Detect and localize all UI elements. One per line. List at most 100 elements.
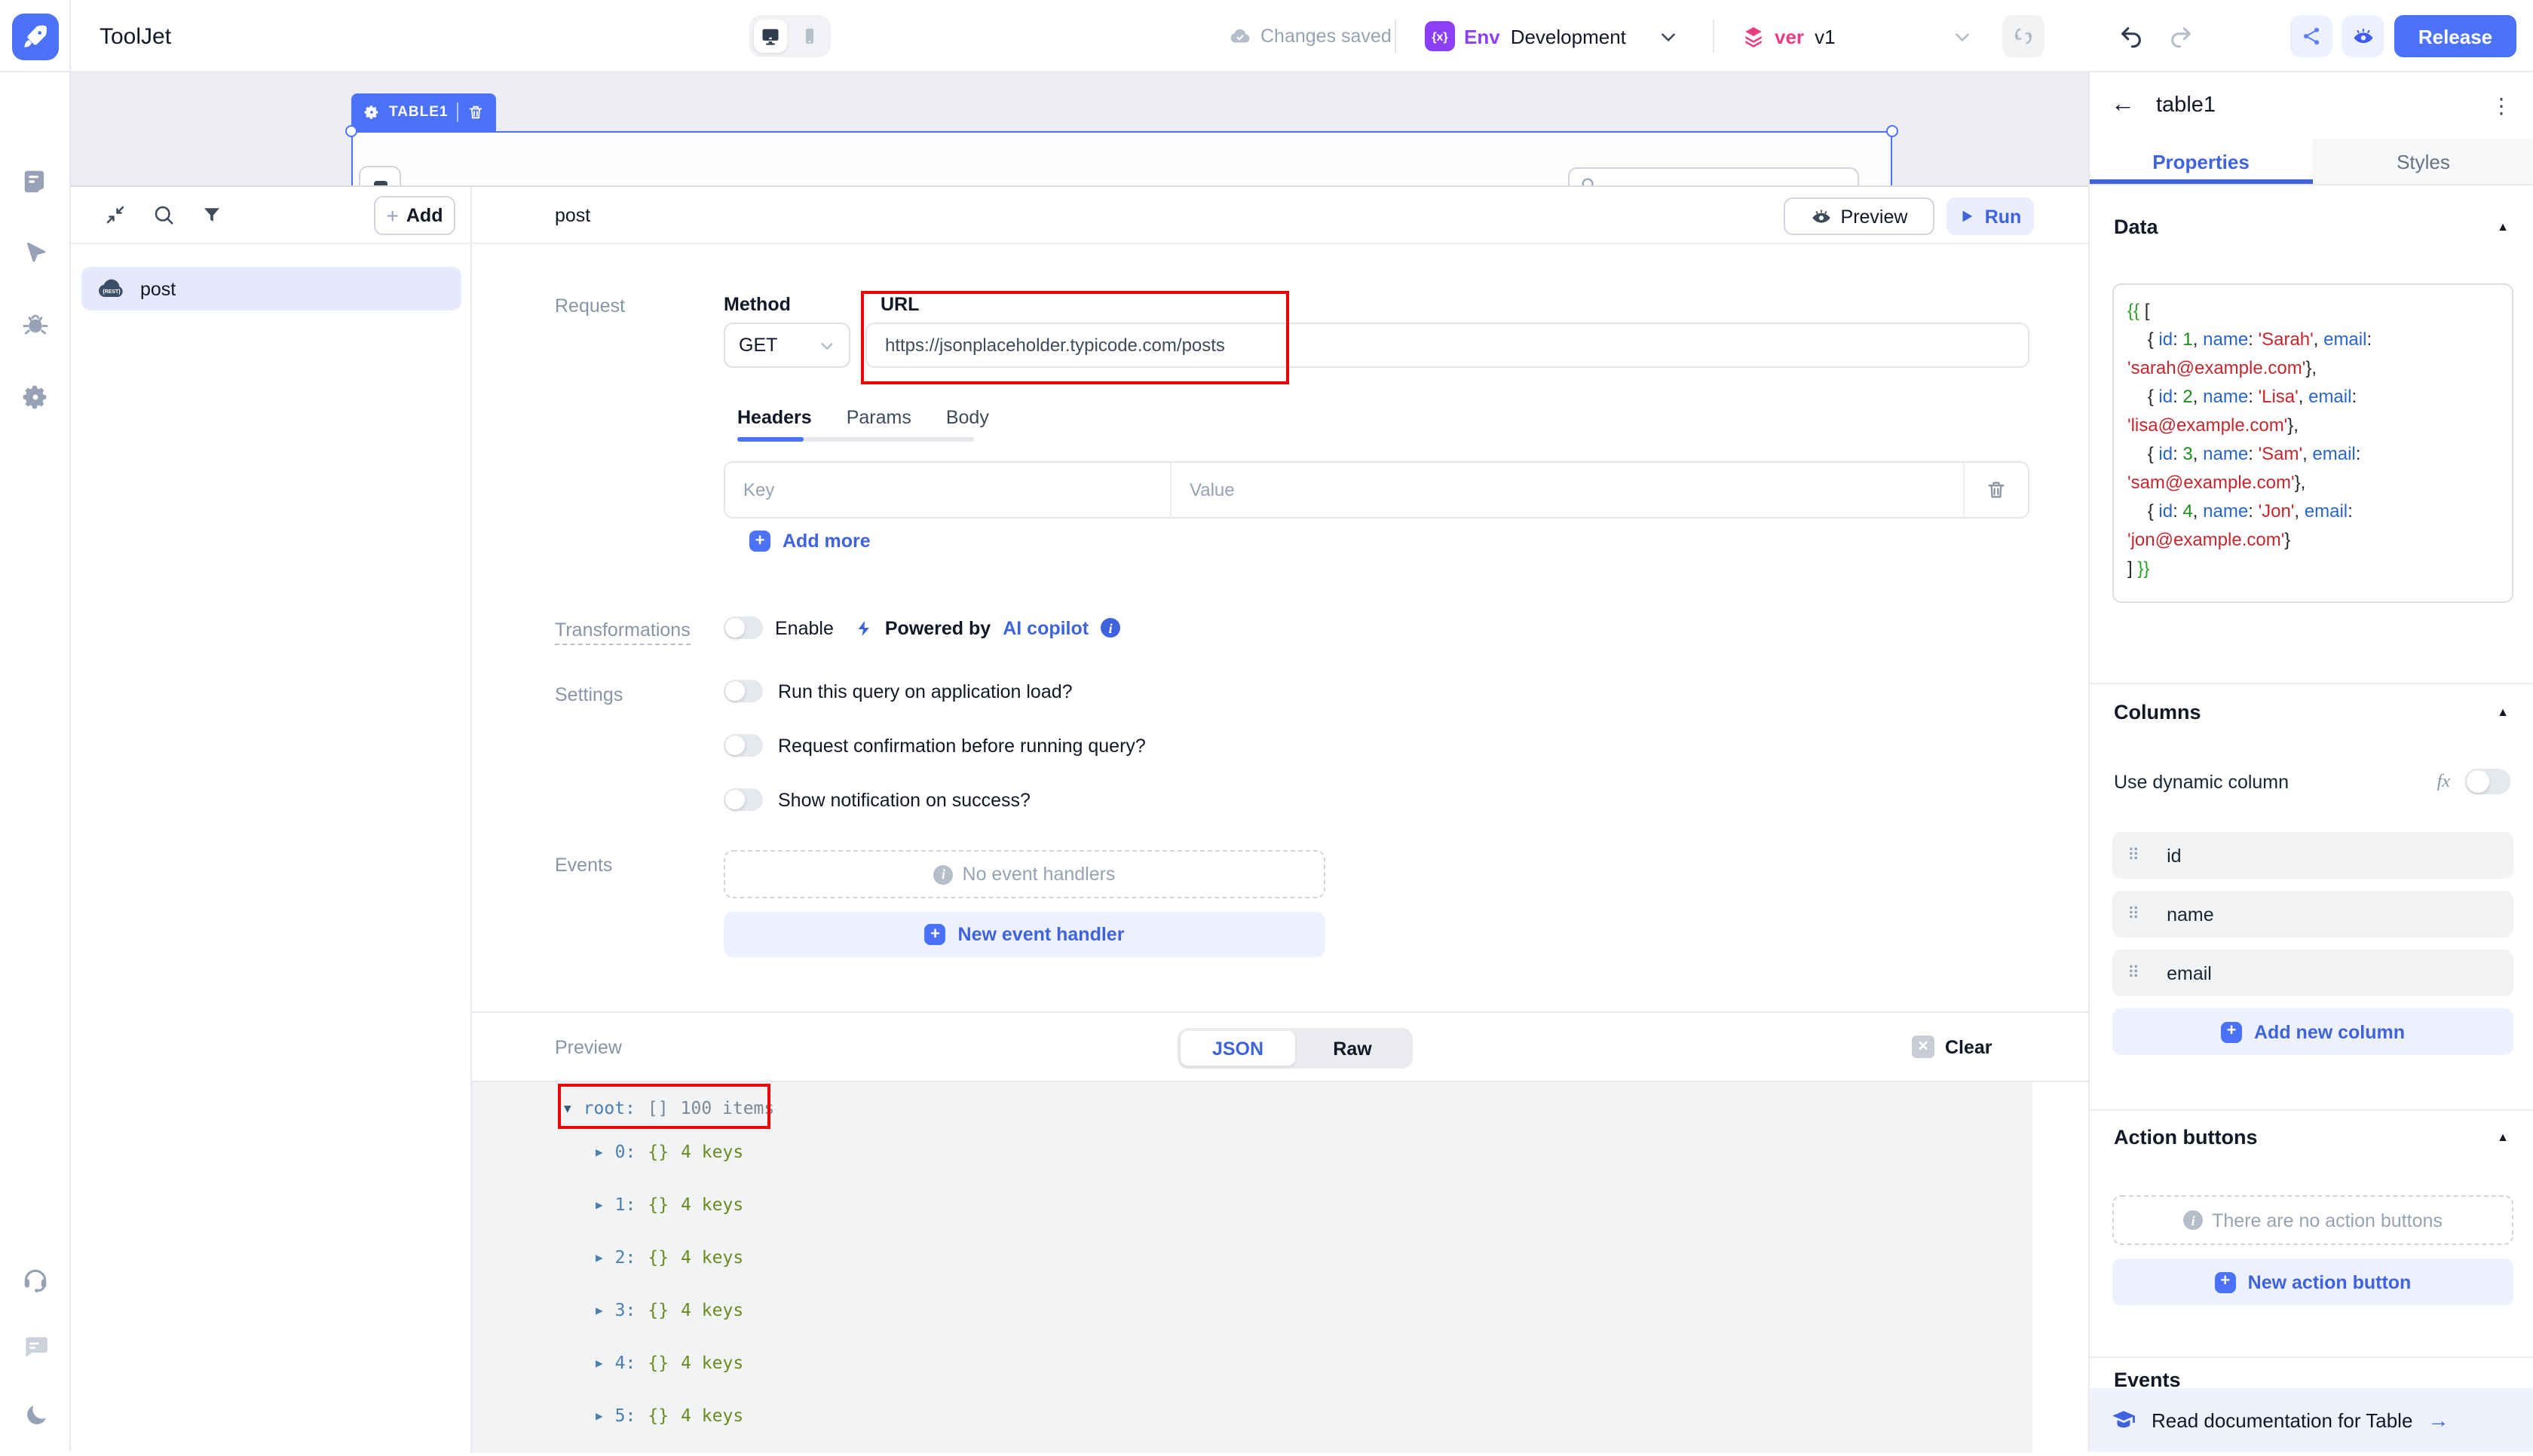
query-run-button[interactable]: Run bbox=[1946, 197, 2034, 235]
json-tree-item[interactable]: ▶ 3:{} 4 keys bbox=[596, 1298, 743, 1322]
new-event-handler-button[interactable]: + New event handler bbox=[724, 912, 1325, 957]
json-tree-item[interactable]: ▶ 5:{} 4 keys bbox=[596, 1403, 743, 1427]
comments-chat-icon[interactable] bbox=[0, 1323, 71, 1369]
json-tree-item[interactable]: ▶ 1:{} 4 keys bbox=[596, 1192, 743, 1216]
desktop-mode-button[interactable] bbox=[754, 20, 787, 53]
preview-header: Preview JSON Raw ✕ Clear bbox=[472, 1011, 2088, 1082]
version-chevron-down-icon[interactable] bbox=[1953, 0, 1972, 72]
expand-triangle-icon[interactable]: ▶ bbox=[596, 1303, 603, 1317]
documentation-footer[interactable]: Read documentation for Table → bbox=[2090, 1388, 2533, 1451]
no-action-buttons-box: i There are no action buttons bbox=[2112, 1195, 2513, 1245]
collapse-panel-icon[interactable] bbox=[104, 203, 127, 226]
dark-mode-moon-icon[interactable] bbox=[0, 1393, 71, 1438]
expand-triangle-icon[interactable]: ▶ bbox=[596, 1198, 603, 1211]
widget-delete-trash-icon[interactable] bbox=[468, 104, 485, 121]
notification-toggle[interactable] bbox=[724, 788, 763, 811]
expand-triangle-icon[interactable]: ▶ bbox=[596, 1250, 603, 1264]
widget-config-gear-icon[interactable] bbox=[363, 104, 380, 121]
drag-handle-icon[interactable]: ⠿ bbox=[2127, 963, 2139, 983]
column-row-id[interactable]: ⠿ id bbox=[2112, 832, 2513, 879]
environment-selector[interactable]: {x} Env Development bbox=[1425, 0, 1626, 72]
plus-icon: + bbox=[749, 531, 770, 552]
preview-tab-json[interactable]: JSON bbox=[1181, 1031, 1295, 1066]
filter-icon[interactable] bbox=[201, 203, 223, 226]
json-tree-item[interactable]: ▶ 4:{} 4 keys bbox=[596, 1350, 743, 1375]
clear-preview-button[interactable]: ✕ Clear bbox=[1912, 1035, 1992, 1058]
redo-button[interactable] bbox=[2168, 0, 2194, 72]
header-value-input[interactable]: Value bbox=[1172, 463, 1965, 517]
expand-triangle-icon[interactable]: ▶ bbox=[596, 1356, 603, 1369]
back-arrow-icon[interactable]: ← bbox=[2111, 92, 2156, 119]
header-key-input[interactable]: Key bbox=[725, 463, 1172, 517]
tab-properties[interactable]: Properties bbox=[2090, 139, 2312, 184]
column-row-email[interactable]: ⠿ email bbox=[2112, 950, 2513, 996]
divider bbox=[1713, 20, 1714, 53]
json-root-row[interactable]: ▼ root: [] 100 items bbox=[564, 1094, 774, 1121]
mobile-mode-button[interactable] bbox=[793, 20, 826, 53]
release-button[interactable]: Release bbox=[2394, 15, 2516, 57]
query-list-panel: + Add {REST} post bbox=[71, 187, 472, 1453]
add-query-button[interactable]: + Add bbox=[374, 196, 455, 235]
expand-triangle-icon[interactable]: ▶ bbox=[596, 1145, 603, 1158]
arrow-right-icon: → bbox=[2427, 1408, 2449, 1432]
ai-copilot-link[interactable]: AI copilot bbox=[1003, 617, 1089, 638]
url-label: URL bbox=[881, 294, 920, 315]
tab-styles[interactable]: Styles bbox=[2312, 139, 2533, 184]
undo-button[interactable] bbox=[2118, 0, 2144, 72]
pages-icon[interactable] bbox=[0, 158, 71, 203]
new-action-button[interactable]: + New action button bbox=[2112, 1259, 2513, 1305]
expand-triangle-icon[interactable]: ▶ bbox=[596, 1409, 603, 1422]
compare-versions-button[interactable] bbox=[2002, 15, 2044, 57]
delete-header-trash-icon[interactable] bbox=[1965, 463, 2028, 517]
enable-transformations-toggle[interactable] bbox=[724, 616, 763, 639]
table-search-input[interactable] bbox=[1568, 167, 1859, 185]
search-icon[interactable] bbox=[152, 203, 175, 226]
confirmation-toggle[interactable] bbox=[724, 734, 763, 757]
svg-text:{REST}: {REST} bbox=[103, 289, 121, 294]
logo-cell[interactable] bbox=[0, 0, 71, 72]
share-button[interactable] bbox=[2290, 15, 2332, 57]
settings-section-label: Settings bbox=[555, 684, 623, 705]
selected-widget-tag[interactable]: TABLE1 bbox=[351, 93, 497, 131]
tab-params[interactable]: Params bbox=[847, 407, 911, 428]
preview-tab-raw[interactable]: Raw bbox=[1295, 1031, 1410, 1066]
fx-icon[interactable]: fx bbox=[2437, 770, 2450, 793]
inspector-pointer-icon[interactable] bbox=[0, 229, 71, 274]
table-data-code-editor[interactable]: {{ [ { id: 1, name: 'Sarah', email:'sara… bbox=[2112, 283, 2513, 603]
preview-app-button[interactable] bbox=[2342, 15, 2384, 57]
debugger-bug-icon[interactable] bbox=[0, 301, 71, 347]
chevron-down-icon bbox=[819, 337, 835, 353]
column-row-name[interactable]: ⠿ name bbox=[2112, 891, 2513, 938]
table-toolbar-button[interactable] bbox=[359, 166, 401, 185]
drag-handle-icon[interactable]: ⠿ bbox=[2127, 904, 2139, 924]
tab-body[interactable]: Body bbox=[946, 407, 989, 428]
method-select[interactable]: GET bbox=[724, 323, 850, 368]
top-bar: ToolJet Changes saved {x} Env Developmen… bbox=[0, 0, 2533, 72]
app-canvas[interactable]: TABLE1 bbox=[71, 72, 2088, 185]
query-list-item-post[interactable]: {REST} post bbox=[81, 267, 461, 310]
collapse-caret-icon[interactable]: ▲ bbox=[2497, 220, 2509, 234]
kebab-menu-icon[interactable]: ⋮ bbox=[2491, 93, 2513, 118]
rest-api-icon: {REST} bbox=[96, 278, 127, 299]
drag-handle-icon[interactable]: ⠿ bbox=[2127, 846, 2139, 865]
collapse-caret-icon[interactable]: ▲ bbox=[2497, 1130, 2509, 1144]
collapse-triangle-icon[interactable]: ▼ bbox=[564, 1101, 571, 1115]
info-icon[interactable]: i bbox=[1101, 618, 1121, 638]
add-more-button[interactable]: + Add more bbox=[749, 531, 871, 552]
resize-handle[interactable] bbox=[345, 125, 357, 137]
query-preview-button[interactable]: Preview bbox=[1784, 197, 1934, 235]
settings-gear-icon[interactable] bbox=[0, 374, 71, 419]
env-chevron-down-icon[interactable] bbox=[1659, 0, 1678, 72]
run-on-load-toggle[interactable] bbox=[724, 680, 763, 702]
dynamic-column-toggle[interactable] bbox=[2465, 769, 2510, 794]
resize-handle[interactable] bbox=[1886, 125, 1898, 137]
add-new-column-button[interactable]: + Add new column bbox=[2112, 1008, 2513, 1055]
collapse-caret-icon[interactable]: ▲ bbox=[2497, 705, 2509, 719]
device-mode-toggle[interactable] bbox=[749, 15, 831, 57]
json-tree-item[interactable]: ▶ 2:{} 4 keys bbox=[596, 1245, 743, 1269]
json-tree-item[interactable]: ▶ 0:{} 4 keys bbox=[596, 1139, 743, 1164]
tab-headers[interactable]: Headers bbox=[737, 407, 812, 428]
version-selector[interactable]: ver v1 bbox=[1741, 0, 1836, 72]
url-input[interactable]: https://jsonplaceholder.typicode.com/pos… bbox=[865, 323, 2029, 368]
support-headset-icon[interactable] bbox=[0, 1257, 71, 1302]
